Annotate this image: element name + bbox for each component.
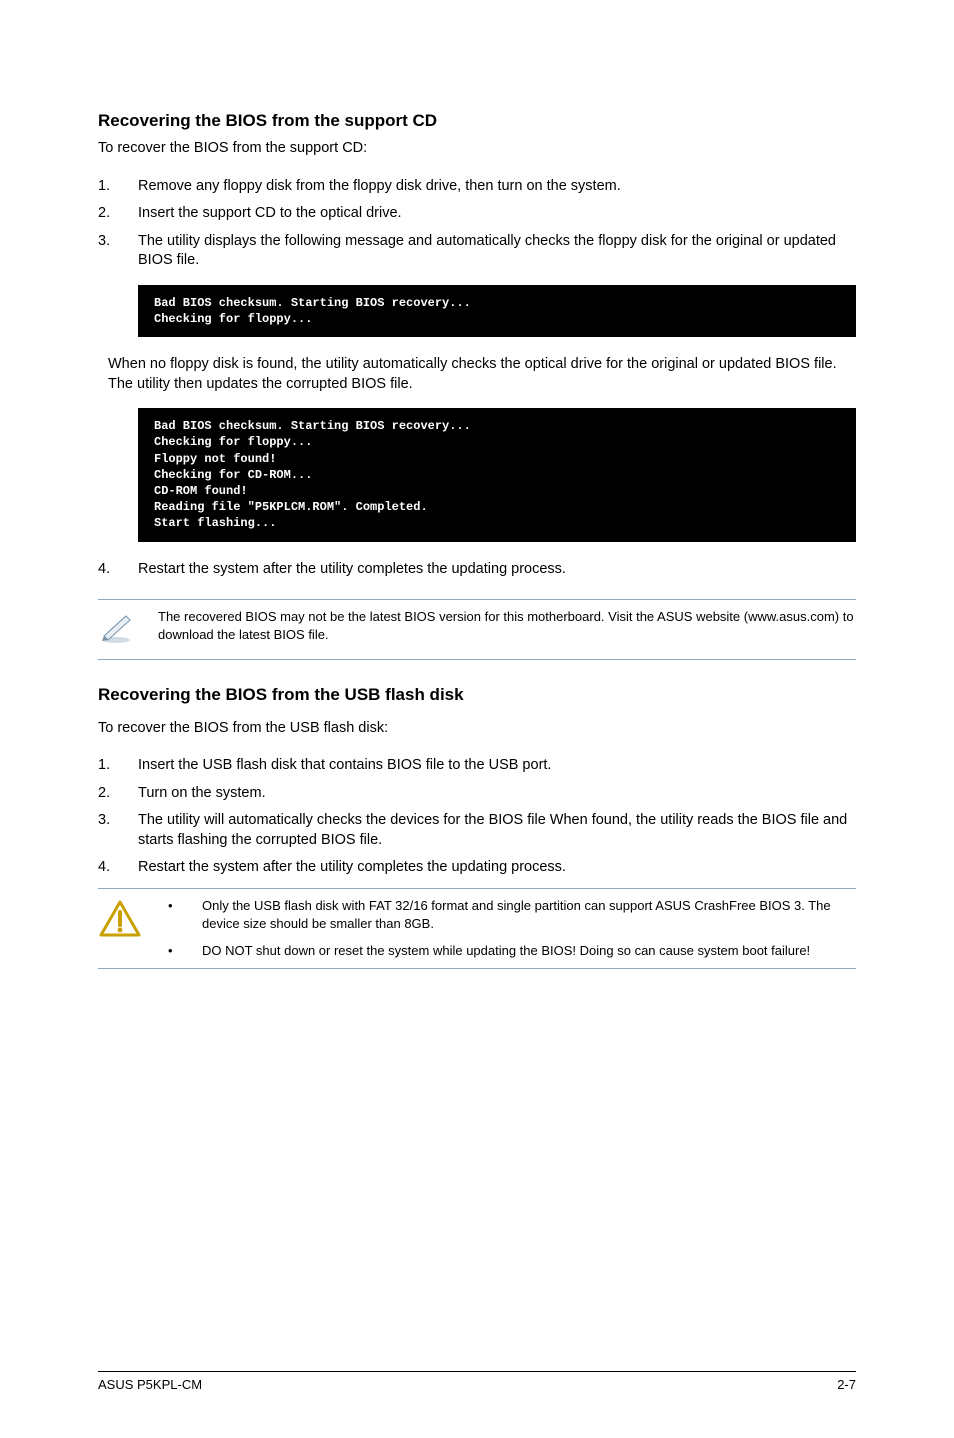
- warning-text-container: •Only the USB flash disk with FAT 32/16 …: [158, 897, 856, 960]
- note-block: The recovered BIOS may not be the latest…: [98, 599, 856, 660]
- pencil-note-icon: [98, 608, 158, 651]
- step-number: 1.: [98, 177, 138, 197]
- list-item: 2.Insert the support CD to the optical d…: [98, 204, 856, 224]
- page-footer: ASUS P5KPL-CM 2-7: [98, 1371, 856, 1394]
- step-number: 2.: [98, 784, 138, 804]
- note-text: The recovered BIOS may not be the latest…: [158, 608, 856, 643]
- list-item: 4.Restart the system after the utility c…: [98, 560, 856, 580]
- bullet-icon: •: [158, 942, 202, 960]
- list-item: 2.Turn on the system.: [98, 784, 856, 804]
- warning-text: DO NOT shut down or reset the system whi…: [202, 942, 810, 960]
- list-item: 3.The utility displays the following mes…: [98, 232, 856, 271]
- list-item: 1.Remove any floppy disk from the floppy…: [98, 177, 856, 197]
- bullet-icon: •: [158, 897, 202, 932]
- section1-midpara: When no floppy disk is found, the utilit…: [108, 355, 856, 394]
- step-text: The utility will automatically checks th…: [138, 811, 856, 850]
- step-text: Restart the system after the utility com…: [138, 858, 856, 878]
- warning-item: •DO NOT shut down or reset the system wh…: [158, 942, 856, 960]
- step-number: 4.: [98, 858, 138, 878]
- step-number: 3.: [98, 811, 138, 850]
- warning-triangle-icon: [98, 897, 158, 946]
- step-text: Turn on the system.: [138, 784, 856, 804]
- section1-steps: 1.Remove any floppy disk from the floppy…: [98, 177, 856, 271]
- section1-step4-list: 4.Restart the system after the utility c…: [98, 560, 856, 580]
- warning-block: •Only the USB flash disk with FAT 32/16 …: [98, 888, 856, 969]
- section1-heading: Recovering the BIOS from the support CD: [98, 110, 856, 133]
- step-text: Insert the support CD to the optical dri…: [138, 204, 856, 224]
- step-number: 2.: [98, 204, 138, 224]
- footer-left: ASUS P5KPL-CM: [98, 1376, 202, 1394]
- footer-right: 2-7: [837, 1376, 856, 1394]
- page-container: Recovering the BIOS from the support CD …: [0, 0, 954, 1438]
- list-item: 3.The utility will automatically checks …: [98, 811, 856, 850]
- list-item: 1.Insert the USB flash disk that contain…: [98, 756, 856, 776]
- section1-intro: To recover the BIOS from the support CD:: [98, 139, 856, 159]
- step-text: Insert the USB flash disk that contains …: [138, 756, 856, 776]
- section2-intro: To recover the BIOS from the USB flash d…: [98, 719, 856, 739]
- step-text: Restart the system after the utility com…: [138, 560, 856, 580]
- warning-item: •Only the USB flash disk with FAT 32/16 …: [158, 897, 856, 932]
- terminal-output-2: Bad BIOS checksum. Starting BIOS recover…: [138, 408, 856, 541]
- step-number: 3.: [98, 232, 138, 271]
- section2-steps: 1.Insert the USB flash disk that contain…: [98, 756, 856, 878]
- step-number: 4.: [98, 560, 138, 580]
- step-number: 1.: [98, 756, 138, 776]
- section2-heading: Recovering the BIOS from the USB flash d…: [98, 684, 856, 707]
- warning-text: Only the USB flash disk with FAT 32/16 f…: [202, 897, 856, 932]
- list-item: 4.Restart the system after the utility c…: [98, 858, 856, 878]
- terminal-output-1: Bad BIOS checksum. Starting BIOS recover…: [138, 285, 856, 337]
- step-text: The utility displays the following messa…: [138, 232, 856, 271]
- step-text: Remove any floppy disk from the floppy d…: [138, 177, 856, 197]
